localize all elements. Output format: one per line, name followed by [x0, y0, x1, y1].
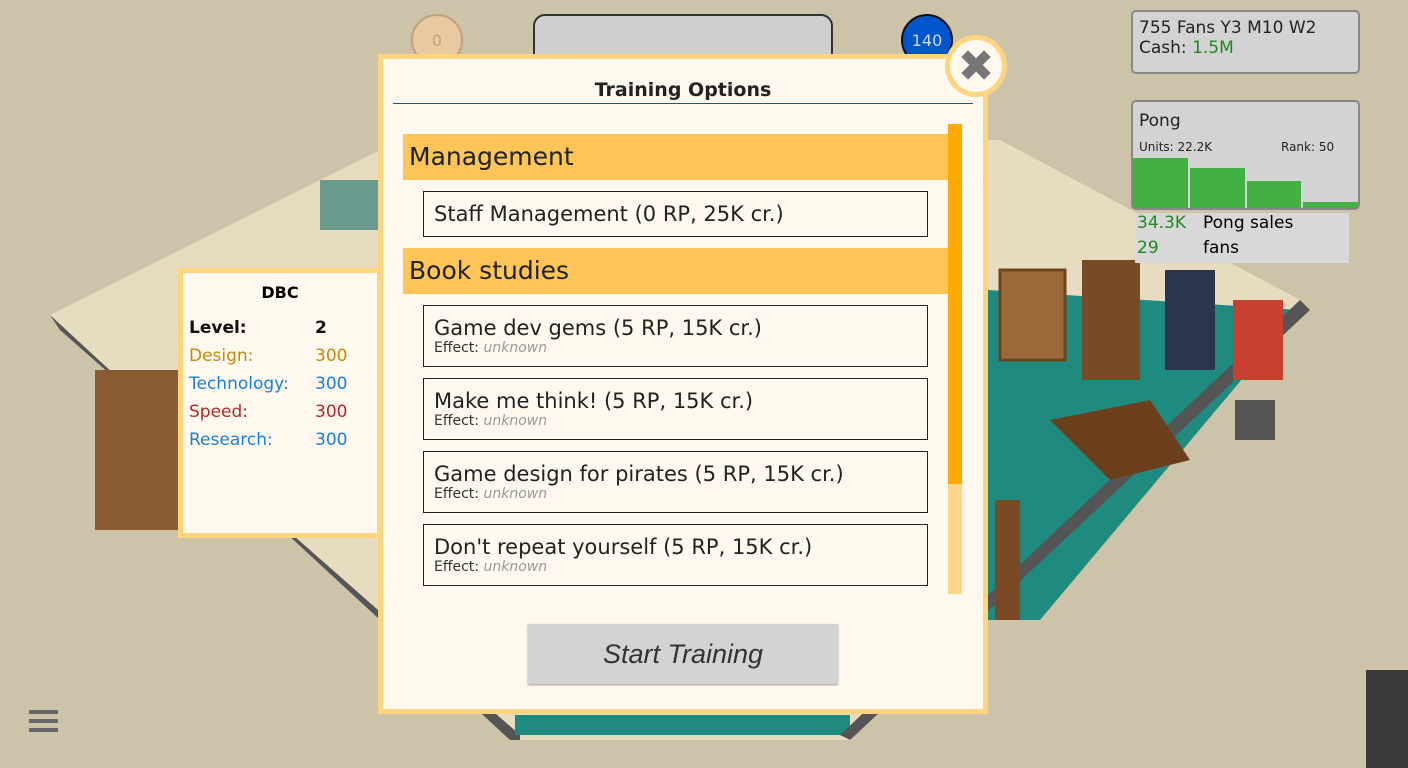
stat-label: Technology: — [189, 374, 289, 394]
effect-label: Effect: — [434, 413, 480, 429]
option-effect: Effect: unknown — [434, 559, 917, 575]
stat-value: 300 — [315, 374, 348, 394]
fans-label: fans — [1203, 238, 1240, 258]
training-option[interactable]: Make me think! (5 RP, 15K cr.) Effect: un… — [423, 378, 928, 440]
right-edge — [1366, 0, 1408, 768]
stat-value: 300 — [315, 430, 348, 450]
staff-card: DBC Level: 2 Design: 300 Technology: 300 Speed… — [178, 268, 382, 538]
effect-value: unknown — [483, 486, 548, 502]
option-effect: Effect: unknown — [434, 340, 917, 356]
effect-label: Effect: — [434, 559, 480, 575]
staff-stat-row: Level: 2 — [189, 318, 371, 346]
sales-bar — [1133, 158, 1188, 208]
effect-value: unknown — [483, 559, 548, 575]
training-list[interactable]: Management Staff Management (0 RP, 25K cr… — [403, 134, 948, 598]
game-rank: Rank: 50 — [1281, 140, 1335, 154]
effect-label: Effect: — [434, 486, 480, 502]
effect-value: unknown — [483, 413, 548, 429]
bookshelf-lower — [995, 500, 1020, 620]
research-points-value: 0 — [431, 30, 443, 50]
tv — [1235, 400, 1275, 440]
cash-label: Cash: — [1139, 38, 1187, 58]
section-header: Book studies — [403, 248, 948, 294]
scrollbar-thumb[interactable] — [948, 124, 962, 484]
training-dialog: Training Options Management Staff Managem… — [378, 54, 988, 714]
training-option[interactable]: Game dev gems (5 RP, 15K cr.) Effect: unk… — [423, 305, 928, 367]
option-effect: Effect: unknown — [434, 486, 917, 502]
staff-name: DBC — [261, 283, 299, 302]
start-training-button[interactable]: Start Training — [528, 624, 838, 684]
bookshelf — [1082, 260, 1140, 380]
effect-value: unknown — [483, 340, 548, 356]
stat-label: Design: — [189, 346, 254, 366]
training-option[interactable]: Game design for pirates (5 RP, 15K cr.) E… — [423, 451, 928, 513]
door — [95, 370, 185, 530]
effect-label: Effect: — [434, 340, 480, 356]
option-label: Game design for pirates (5 RP, 15K cr.) — [434, 462, 844, 486]
stat-value: 2 — [315, 318, 327, 338]
option-effect: Effect: unknown — [434, 413, 917, 429]
cash-value: 1.5M — [1192, 38, 1234, 58]
status-panel: 755 Fans Y3 M10 W2 Cash: 1.5M — [1131, 10, 1360, 74]
window — [320, 180, 380, 230]
game-units: Units: 22.2K — [1139, 140, 1213, 154]
scrollbar[interactable] — [948, 124, 962, 594]
sales-value: 34.3K — [1137, 213, 1186, 233]
sales-label: Pong sales — [1203, 213, 1294, 233]
stat-label: Research: — [189, 430, 273, 450]
option-label: Don't repeat yourself (5 RP, 15K cr.) — [434, 535, 813, 559]
section-header: Management — [403, 134, 948, 180]
game-sales-panel[interactable]: Pong Units: 22.2K Rank: 50 — [1131, 100, 1360, 210]
staff-stat-row: Design: 300 — [189, 346, 371, 374]
fans-date: 755 Fans Y3 M10 W2 — [1139, 18, 1317, 38]
poster-space — [1165, 270, 1215, 370]
hype-value: 140 — [911, 30, 943, 50]
option-label: Staff Management (0 RP, 25K cr.) — [434, 202, 784, 226]
stat-label: Speed: — [189, 402, 249, 422]
sales-bar — [1303, 202, 1358, 208]
menu-icon[interactable] — [29, 710, 58, 732]
cork-board — [998, 268, 1067, 362]
sales-bars — [1133, 156, 1358, 208]
stat-value: 300 — [315, 402, 348, 422]
title-divider — [393, 103, 973, 104]
sales-bar — [1189, 168, 1245, 208]
stat-label: Level: — [189, 318, 247, 338]
dialog-title: Training Options — [594, 79, 772, 101]
option-label: Make me think! (5 RP, 15K cr.) — [434, 389, 754, 413]
option-label: Game dev gems (5 RP, 15K cr.) — [434, 316, 762, 340]
training-option[interactable]: Don't repeat yourself (5 RP, 15K cr.) Eff… — [423, 524, 928, 586]
close-x-icon: ✖ — [957, 40, 995, 92]
poster-mars — [1233, 300, 1283, 380]
staff-stat-row: Technology: 300 — [189, 374, 371, 402]
right-dark-strip — [1366, 670, 1408, 768]
carpet-bottom — [515, 715, 850, 735]
close-button[interactable]: ✖ — [945, 35, 1007, 97]
staff-stat-row: Speed: 300 — [189, 402, 371, 430]
sales-bar — [1246, 180, 1302, 208]
stat-value: 300 — [315, 346, 348, 366]
game-stats: 34.3K Pong sales 29 fans — [1135, 213, 1349, 263]
training-option[interactable]: Staff Management (0 RP, 25K cr.) — [423, 191, 928, 237]
staff-stat-row: Research: 300 — [189, 430, 371, 458]
fans-value: 29 — [1137, 238, 1159, 258]
game-name: Pong — [1139, 111, 1181, 131]
